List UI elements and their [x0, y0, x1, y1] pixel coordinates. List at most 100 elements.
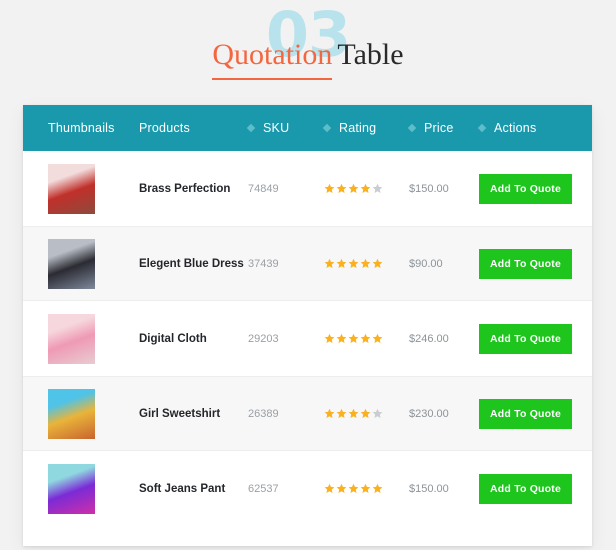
star-filled-icon: [360, 483, 371, 493]
product-price: $246.00: [409, 332, 449, 345]
page-title-rest: Table: [337, 38, 404, 71]
table-body: Brass Perfection 74849 $150.00 Add To Quote…: [23, 151, 592, 546]
product-name-cell: Soft Jeans Pant: [139, 483, 248, 495]
product-thumbnail-cell: [23, 238, 139, 289]
product-name: Brass Perfection: [139, 182, 231, 195]
column-header-sku[interactable]: SKU: [246, 121, 324, 135]
product-thumbnail-cell: [23, 463, 139, 514]
star-filled-icon: [348, 483, 359, 493]
column-header-label: Rating: [339, 121, 377, 135]
product-sku: 74849: [248, 182, 279, 195]
product-sku: 37439: [248, 257, 279, 270]
product-thumbnail-cell: [23, 313, 139, 364]
star-filled-icon: [360, 258, 371, 268]
product-name: Soft Jeans Pant: [139, 482, 226, 495]
star-empty-icon: [372, 408, 383, 418]
rating-stars: [324, 408, 383, 419]
product-price-cell: $90.00: [409, 258, 479, 270]
add-to-quote-button[interactable]: Add To Quote: [479, 473, 573, 504]
product-name-cell: Brass Perfection: [139, 183, 248, 195]
product-sku-cell: 62537: [248, 483, 324, 495]
star-filled-icon: [336, 483, 347, 493]
add-to-quote-button[interactable]: Add To Quote: [479, 248, 573, 279]
column-header-label: Thumbnails: [48, 121, 115, 135]
star-filled-icon: [324, 183, 335, 193]
page-title-accent: Quotation: [212, 38, 333, 80]
product-sku: 29203: [248, 332, 279, 345]
add-to-quote-button[interactable]: Add To Quote: [479, 398, 573, 429]
product-rating-cell: [324, 183, 409, 194]
product-price: $230.00: [409, 407, 449, 420]
table-header-row: Thumbnails Products SKU Rating Price Actions: [23, 105, 592, 151]
product-price-cell: $150.00: [409, 183, 479, 195]
star-filled-icon: [372, 483, 383, 493]
product-sku-cell: 29203: [248, 333, 324, 345]
product-name-cell: Girl Sweetshirt: [139, 408, 248, 420]
sort-diamond-icon: [246, 123, 256, 133]
product-name-cell: Elegent Blue Dress: [139, 258, 248, 270]
add-to-quote-button[interactable]: Add To Quote: [479, 323, 573, 354]
product-price: $90.00: [409, 257, 443, 270]
column-header-label: Price: [424, 121, 454, 135]
product-action-cell: Add To Quote: [479, 248, 592, 279]
product-thumbnail: [48, 313, 95, 364]
star-filled-icon: [336, 408, 347, 418]
product-sku-cell: 74849: [248, 183, 324, 195]
product-name: Digital Cloth: [139, 332, 207, 345]
column-header-thumbnails: Thumbnails: [23, 121, 139, 135]
product-rating-cell: [324, 258, 409, 269]
star-filled-icon: [360, 333, 371, 343]
sort-diamond-icon: [407, 123, 417, 133]
star-filled-icon: [324, 483, 335, 493]
sort-diamond-icon: [322, 123, 332, 133]
rating-stars: [324, 258, 383, 269]
column-header-rating[interactable]: Rating: [322, 121, 409, 135]
product-thumbnail: [48, 238, 95, 289]
table-row: Soft Jeans Pant 62537 $150.00 Add To Quote: [23, 451, 592, 526]
star-filled-icon: [348, 258, 359, 268]
star-filled-icon: [348, 408, 359, 418]
star-filled-icon: [360, 408, 371, 418]
product-price-cell: $246.00: [409, 333, 479, 345]
product-price-cell: $150.00: [409, 483, 479, 495]
product-thumbnail-cell: [23, 163, 139, 214]
product-price: $150.00: [409, 482, 449, 495]
rating-stars: [324, 333, 383, 344]
product-thumbnail-cell: [23, 388, 139, 439]
rating-stars: [324, 483, 383, 494]
table-row: Digital Cloth 29203 $246.00 Add To Quote: [23, 301, 592, 376]
product-action-cell: Add To Quote: [479, 398, 592, 429]
table-row: Brass Perfection 74849 $150.00 Add To Quote: [23, 151, 592, 226]
product-action-cell: Add To Quote: [479, 473, 592, 504]
product-thumbnail: [48, 463, 95, 514]
star-filled-icon: [372, 333, 383, 343]
product-thumbnail: [48, 388, 95, 439]
star-filled-icon: [324, 258, 335, 268]
star-filled-icon: [324, 408, 335, 418]
product-name-cell: Digital Cloth: [139, 333, 248, 345]
star-empty-icon: [372, 183, 383, 193]
star-filled-icon: [372, 258, 383, 268]
page-title: Quotation Table: [0, 38, 616, 80]
product-name: Girl Sweetshirt: [139, 407, 221, 420]
product-sku: 26389: [248, 407, 279, 420]
product-action-cell: Add To Quote: [479, 323, 592, 354]
star-filled-icon: [324, 333, 335, 343]
product-sku-cell: 37439: [248, 258, 324, 270]
table-row: Elegent Blue Dress 37439 $90.00 Add To Quot…: [23, 226, 592, 301]
quotation-table: Thumbnails Products SKU Rating Price Actions …: [23, 105, 592, 546]
add-to-quote-button[interactable]: Add To Quote: [479, 173, 573, 204]
star-filled-icon: [336, 333, 347, 343]
column-header-actions[interactable]: Actions: [477, 121, 592, 135]
column-header-price[interactable]: Price: [407, 121, 479, 135]
product-thumbnail: [48, 163, 95, 214]
star-filled-icon: [360, 183, 371, 193]
product-price: $150.00: [409, 182, 449, 195]
star-filled-icon: [348, 183, 359, 193]
product-price-cell: $230.00: [409, 408, 479, 420]
star-filled-icon: [336, 258, 347, 268]
rating-stars: [324, 183, 383, 194]
product-sku: 62537: [248, 482, 279, 495]
product-rating-cell: [324, 333, 409, 344]
product-sku-cell: 26389: [248, 408, 324, 420]
